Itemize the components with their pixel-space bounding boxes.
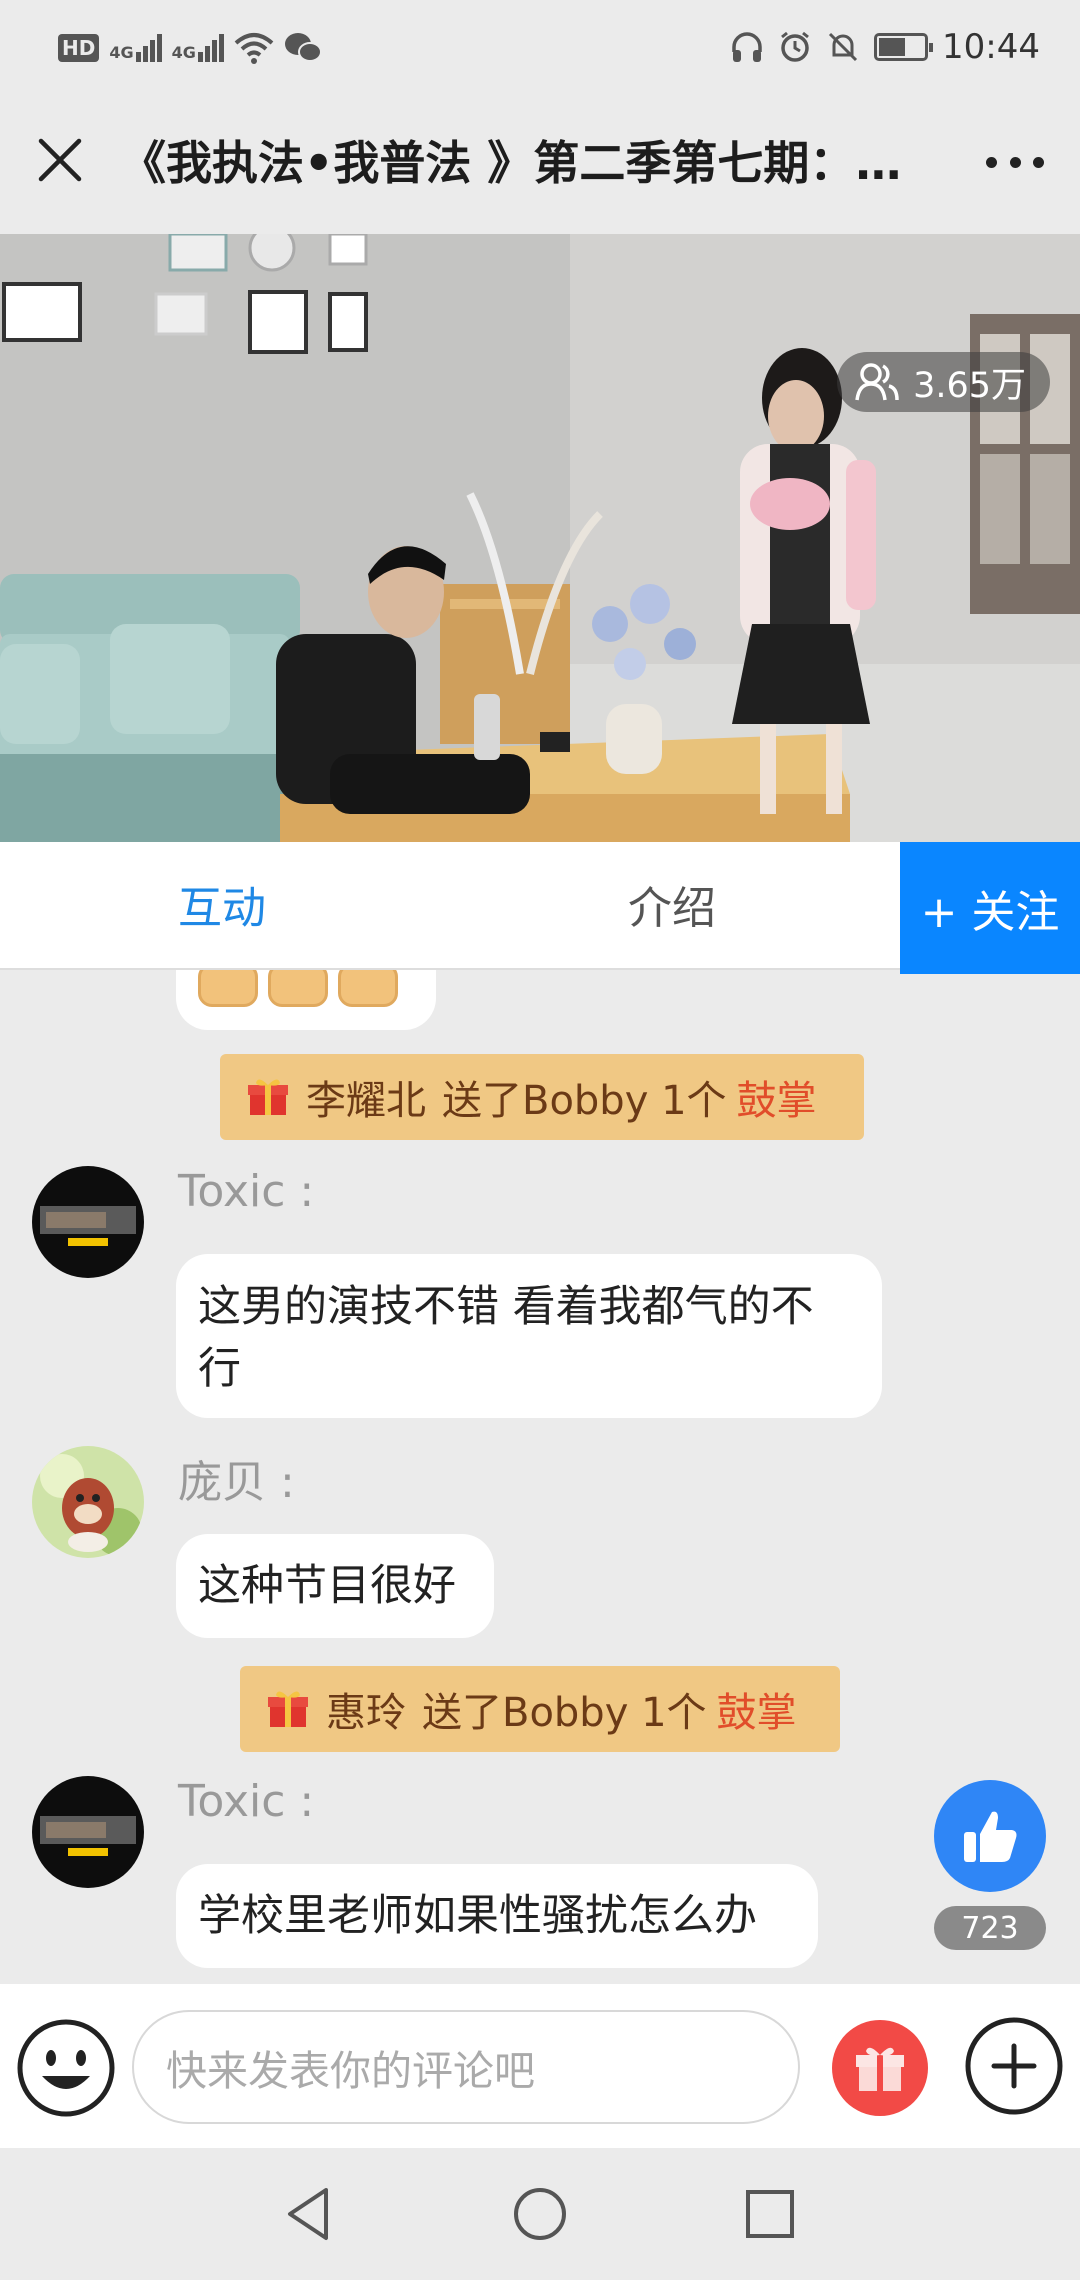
gift-icon — [856, 2047, 904, 2091]
gift-notification: 李耀北 送了Bobby 1个 鼓掌 — [220, 1054, 864, 1140]
more-options-button[interactable] — [980, 142, 1050, 182]
signal-icon: 4G — [172, 34, 224, 62]
gift-button[interactable] — [832, 2020, 928, 2116]
wifi-icon — [234, 33, 274, 64]
avatar[interactable] — [32, 1446, 144, 1558]
tab-bar: 互动 介绍 + 关注 — [0, 842, 1080, 974]
more-dot-icon — [1033, 156, 1044, 168]
avatar-image — [32, 1166, 144, 1278]
smiley-icon — [17, 2019, 115, 2117]
chat-bubble: 学校里老师如果性骚扰怎么办 — [176, 1864, 818, 1968]
headphones-icon — [732, 32, 762, 62]
input-bar: 快来发表你的评论吧 — [0, 1984, 1080, 2148]
like-button[interactable] — [934, 1780, 1046, 1892]
chat-username: Toxic : — [178, 1166, 315, 1217]
viewer-count-badge: 3.65万 — [837, 352, 1050, 412]
status-bar: HD 4G 4G 10:44 — [0, 0, 1080, 96]
gift-sender: 惠玲 — [326, 1690, 406, 1736]
plus-circle-icon — [965, 2017, 1063, 2115]
thumbs-up-emoji-icon — [268, 970, 328, 1007]
tab-intro[interactable]: 介绍 — [628, 872, 716, 936]
gift-icon — [248, 1079, 288, 1115]
hd-icon: HD — [58, 34, 100, 62]
chat-username: Toxic : — [178, 1776, 315, 1827]
chat-feed[interactable]: 李耀北 送了Bobby 1个 鼓掌 Toxic : 这男的演技不错 看着我都气的… — [0, 970, 1080, 1984]
video-frame — [0, 234, 1080, 842]
chat-text-line: 行 — [198, 1344, 241, 1394]
gift-sender: 李耀北 — [306, 1078, 426, 1124]
avatar[interactable] — [32, 1166, 144, 1278]
alarm-icon — [781, 31, 809, 62]
chat-text-line: 这男的演技不错 看着我都气的不 — [198, 1282, 814, 1332]
avatar[interactable] — [32, 1776, 144, 1888]
recents-square-icon — [746, 2190, 794, 2238]
nav-recents-button[interactable] — [740, 2184, 800, 2244]
close-icon — [38, 138, 82, 182]
avatar-image — [32, 1446, 144, 1558]
emoji-button[interactable] — [16, 2018, 116, 2118]
signal-icon: 4G — [109, 34, 162, 62]
video-player[interactable]: 3.65万 — [0, 234, 1080, 842]
mute-bell-icon — [828, 32, 858, 62]
chat-text-line: 这种节目很好 — [198, 1561, 456, 1611]
avatar-image — [32, 1776, 144, 1888]
thumbs-up-emoji-icon — [198, 970, 258, 1007]
like-count: 723 — [934, 1906, 1046, 1950]
chat-username: 庞贝 : — [178, 1457, 295, 1508]
comment-input[interactable]: 快来发表你的评论吧 — [132, 2010, 800, 2124]
close-button[interactable] — [34, 134, 86, 186]
tab-interact[interactable]: 互动 — [178, 872, 266, 936]
gift-text: 送了Bobby 1个 — [422, 1690, 707, 1736]
clock: 10:44 — [942, 27, 1040, 67]
thumbs-up-emoji-icon — [338, 970, 398, 1007]
add-button[interactable] — [964, 2016, 1064, 2116]
home-circle-icon — [514, 2188, 566, 2240]
chat-bubble: 这种节目很好 — [176, 1534, 494, 1638]
back-triangle-icon — [288, 2188, 328, 2240]
chat-text-line: 学校里老师如果性骚扰怎么办 — [198, 1891, 757, 1941]
more-dot-icon — [986, 156, 997, 168]
status-right: 10:44 — [730, 22, 1040, 72]
gift-name: 鼓掌 — [736, 1078, 817, 1124]
gift-icon — [268, 1691, 308, 1727]
viewer-count: 3.65万 — [913, 365, 1026, 406]
page-title: 《我执法•我普法 》第二季第七期：… — [120, 136, 902, 190]
users-icon — [855, 363, 899, 401]
chat-bubble-partial — [176, 970, 436, 1030]
battery-icon — [874, 33, 934, 61]
nav-home-button[interactable] — [510, 2184, 570, 2244]
gift-name: 鼓掌 — [716, 1690, 797, 1736]
status-left: HD 4G 4G — [58, 26, 322, 70]
more-dot-icon — [1009, 156, 1021, 168]
wechat-icon — [284, 33, 322, 62]
chat-bubble: 这男的演技不错 看着我都气的不 行 — [176, 1254, 882, 1418]
gift-text: 送了Bobby 1个 — [442, 1078, 727, 1124]
gift-notification: 惠玲 送了Bobby 1个 鼓掌 — [240, 1666, 840, 1752]
thumbs-up-icon — [964, 1811, 1017, 1862]
follow-button[interactable]: + 关注 — [900, 842, 1080, 974]
nav-back-button[interactable] — [280, 2184, 340, 2244]
system-nav-bar — [0, 2148, 1080, 2280]
title-bar: 《我执法•我普法 》第二季第七期：… — [0, 96, 1080, 234]
